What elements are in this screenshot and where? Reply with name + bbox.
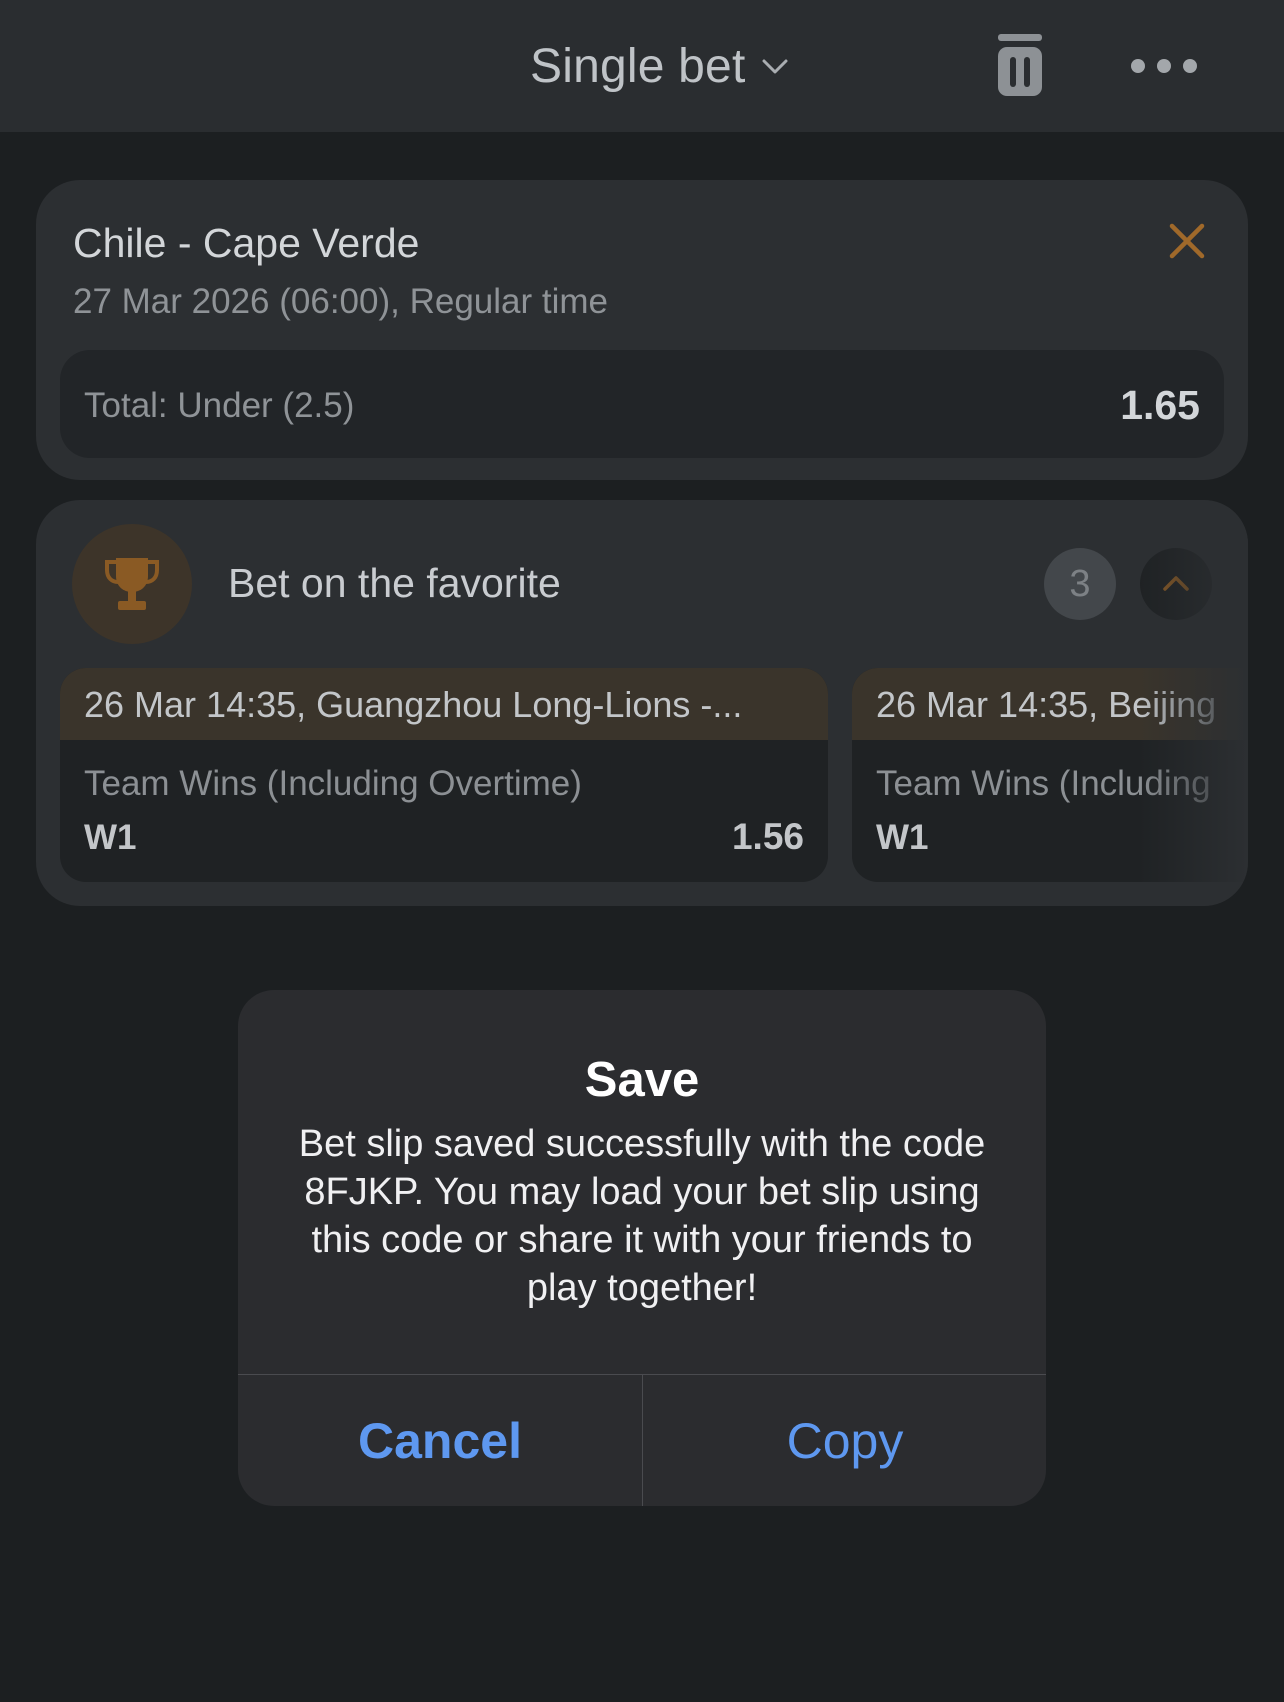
bet-type-selector[interactable]: Single bet <box>530 38 790 94</box>
dialog-message: Bet slip saved successfully with the cod… <box>298 1123 986 1309</box>
favorite-item-market: Team Wins (Including Overtime) <box>84 764 582 803</box>
close-icon[interactable] <box>1166 220 1208 262</box>
match-date: 27 Mar 2026 (06:00), Regular time <box>73 282 608 321</box>
favorite-item-pick: W1 <box>876 818 929 857</box>
dialog-title: Save <box>584 1053 700 1107</box>
carousel-fade <box>1138 500 1248 906</box>
favorite-title: Bet on the favorite <box>228 560 561 606</box>
trophy-badge <box>72 524 192 644</box>
save-dialog: Save Bet slip saved successfully with th… <box>238 990 1046 1506</box>
favorite-item[interactable]: 26 Mar 14:35, Guangzhou Long-Lions -... … <box>60 668 828 882</box>
more-icon[interactable] <box>1128 56 1200 76</box>
match-name: Chile - Cape Verde <box>73 220 420 266</box>
favorite-item-header: 26 Mar 14:35, Guangzhou Long-Lions -... <box>60 668 828 740</box>
top-bar: Single bet <box>0 0 1284 132</box>
odds-value: 1.65 <box>1120 382 1200 428</box>
bet-type-title: Single bet <box>530 39 746 93</box>
selection-row: Total: Under (2.5) 1.65 <box>60 350 1224 458</box>
favorite-item-pick: W1 <box>84 818 137 857</box>
copy-button[interactable]: Copy <box>643 1375 1046 1506</box>
favorite-card: Bet on the favorite 3 26 Mar 14:35, Guan… <box>36 500 1248 906</box>
trash-icon[interactable] <box>996 32 1044 98</box>
cancel-button[interactable]: Cancel <box>238 1375 642 1506</box>
market-label: Total: Under (2.5) <box>84 386 355 425</box>
favorite-count-badge: 3 <box>1044 548 1116 620</box>
trophy-icon <box>105 558 159 610</box>
bet-card: Chile - Cape Verde 27 Mar 2026 (06:00), … <box>36 180 1248 480</box>
favorite-item-odds: 1.56 <box>731 816 804 857</box>
bet-slip-screen: Single bet Chile - Cape Verde 27 Mar 202… <box>0 0 1284 1702</box>
chevron-down-icon <box>762 59 787 74</box>
favorite-item-event: 26 Mar 14:35, Guangzhou Long-Lions -... <box>84 684 743 725</box>
